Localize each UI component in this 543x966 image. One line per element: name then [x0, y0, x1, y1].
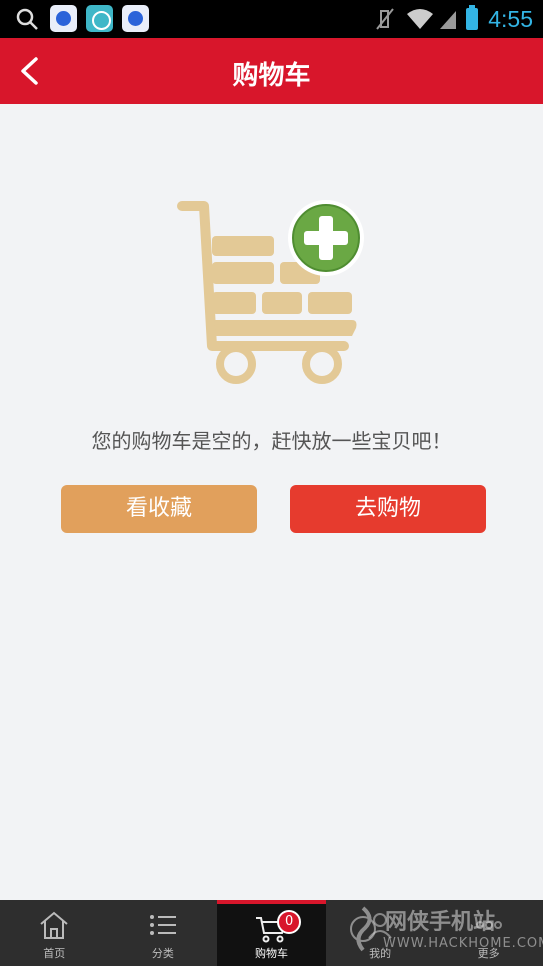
baidu-app-icon	[50, 5, 77, 32]
empty-cart-plus-icon	[177, 200, 364, 384]
battery-icon	[466, 5, 479, 30]
notification-icons	[14, 5, 158, 32]
watermark: 网侠手机站 WWW.HACKHOME.COM	[345, 902, 543, 958]
baidu-app-icon	[122, 5, 149, 32]
header-bar: 购物车	[0, 38, 543, 104]
search-icon	[16, 8, 38, 30]
nav-label: 购物车	[254, 947, 288, 960]
app-icon	[86, 5, 113, 32]
wifi-icon	[407, 9, 434, 29]
page-title: 购物车	[232, 61, 311, 91]
cart-count-badge: 0	[277, 910, 302, 934]
nav-label: 分类	[151, 947, 174, 960]
signal-icon	[440, 11, 457, 29]
mute-icon	[376, 8, 395, 30]
system-icons: 4:55	[374, 3, 533, 35]
list-icon	[149, 915, 176, 935]
status-time: 4:55	[488, 5, 533, 32]
nav-item-cart[interactable]: 0 购物车	[217, 900, 326, 966]
view-favorites-button[interactable]: 看收藏	[61, 485, 257, 533]
watermark-title: 网侠手机站	[385, 910, 496, 935]
watermark-url: WWW.HACKHOME.COM	[383, 936, 543, 951]
go-shopping-button[interactable]: 去购物	[290, 485, 486, 533]
empty-cart-message: 您的购物车是空的，赶快放一些宝贝吧！	[91, 429, 452, 453]
home-icon	[40, 911, 68, 939]
status-bar: 4:55	[0, 0, 543, 38]
nav-item-home[interactable]: 首页	[0, 900, 109, 966]
nav-label: 首页	[43, 947, 66, 960]
watermark-logo-icon	[350, 906, 376, 952]
nav-item-category[interactable]: 分类	[109, 900, 218, 966]
